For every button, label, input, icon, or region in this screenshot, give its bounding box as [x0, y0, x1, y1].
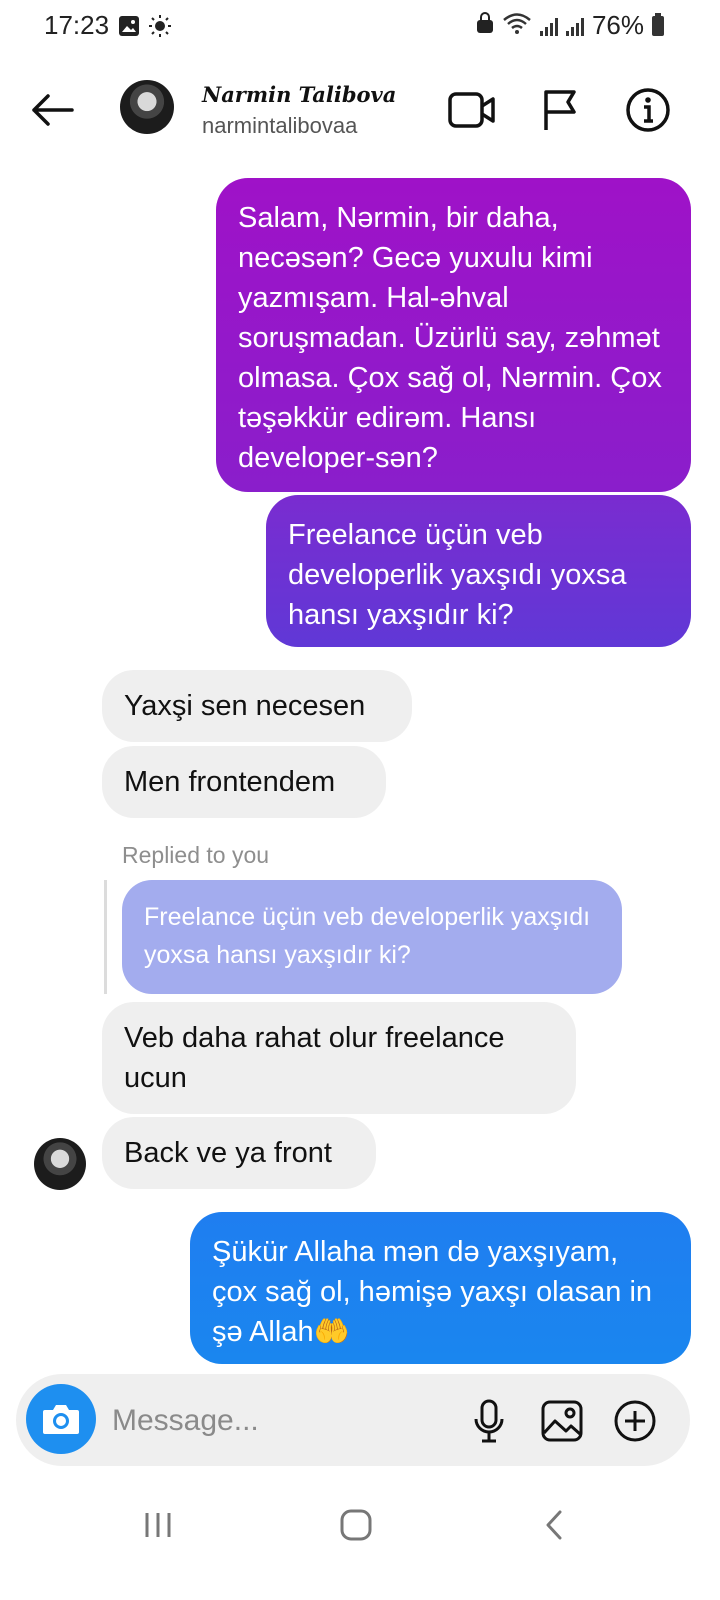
- status-time: 17:23: [44, 10, 110, 40]
- battery-icon: [652, 12, 664, 36]
- message-incoming[interactable]: Men frontendem: [102, 746, 386, 818]
- camera-icon[interactable]: [26, 1384, 96, 1454]
- message-input[interactable]: [110, 1396, 454, 1446]
- back-arrow-icon[interactable]: [28, 86, 76, 134]
- back-icon[interactable]: [524, 1500, 584, 1550]
- contact-name[interactable]: Narmin Talibova: [202, 82, 396, 107]
- microphone-icon[interactable]: [464, 1396, 514, 1446]
- video-call-icon[interactable]: [446, 84, 498, 136]
- gallery-icon[interactable]: [537, 1396, 587, 1446]
- message-outgoing[interactable]: Salam, Nərmin, bir daha, necəsən? Gecə y…: [216, 178, 691, 492]
- signal-icon: [565, 16, 584, 36]
- info-icon[interactable]: [622, 84, 674, 136]
- message-incoming[interactable]: Veb daha rahat olur freelance ucun: [102, 1002, 576, 1114]
- contact-username[interactable]: narmintalibovaa: [202, 113, 357, 139]
- status-right: 76%: [476, 10, 664, 41]
- add-icon[interactable]: [610, 1396, 660, 1446]
- sender-avatar[interactable]: [34, 1138, 86, 1190]
- image-icon: [118, 15, 140, 42]
- wifi-icon: [502, 10, 532, 41]
- battery-text: 76%: [591, 10, 644, 40]
- replied-label: Replied to you: [122, 842, 270, 868]
- sun-icon: [148, 14, 172, 43]
- message-incoming[interactable]: Back ve ya front: [102, 1117, 376, 1189]
- flag-icon[interactable]: [534, 84, 586, 136]
- signal-icon: [539, 16, 558, 36]
- message-incoming[interactable]: Yaxşi sen necesen: [102, 670, 412, 742]
- lock-icon: [476, 10, 494, 41]
- reply-divider: [104, 880, 107, 994]
- status-left-icons: [118, 14, 172, 43]
- home-icon[interactable]: [326, 1500, 386, 1550]
- profile-avatar[interactable]: [120, 80, 174, 134]
- message-outgoing[interactable]: Şükür Allaha mən də yaxşıyam, çox sağ ol…: [190, 1212, 691, 1364]
- recent-apps-icon[interactable]: [128, 1500, 188, 1550]
- message-outgoing[interactable]: Freelance üçün veb developerlik yaxşıdı …: [266, 495, 691, 647]
- quoted-message[interactable]: Freelance üçün veb developerlik yaxşıdı …: [122, 880, 622, 994]
